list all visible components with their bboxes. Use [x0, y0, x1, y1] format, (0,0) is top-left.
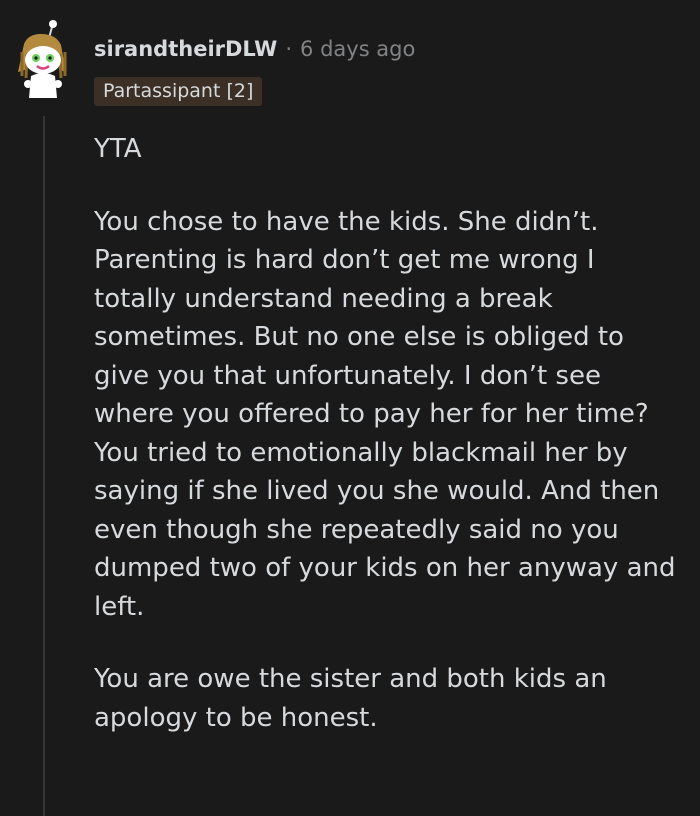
- meta-separator: ·: [285, 37, 293, 61]
- user-flair: Partassipant [2]: [94, 77, 263, 106]
- thread-collapse-line[interactable]: [43, 116, 45, 816]
- snoo-avatar-icon: [18, 20, 67, 98]
- comment-timestamp[interactable]: 6 days ago: [300, 37, 415, 61]
- comment-paragraph: You chose to have the kids. She didn’t. …: [94, 206, 676, 622]
- user-avatar[interactable]: [14, 18, 72, 102]
- comment-header: sirandtheirDLW · 6 days ago: [94, 32, 415, 66]
- comment: sirandtheirDLW · 6 days ago Partassipant…: [0, 0, 700, 816]
- comment-paragraph: You are owe the sister and both kids an …: [94, 664, 607, 733]
- comment-body: YTA You chose to have the kids. She didn…: [94, 130, 684, 737]
- username-link[interactable]: sirandtheirDLW: [94, 37, 277, 61]
- comment-paragraph: YTA: [94, 134, 142, 164]
